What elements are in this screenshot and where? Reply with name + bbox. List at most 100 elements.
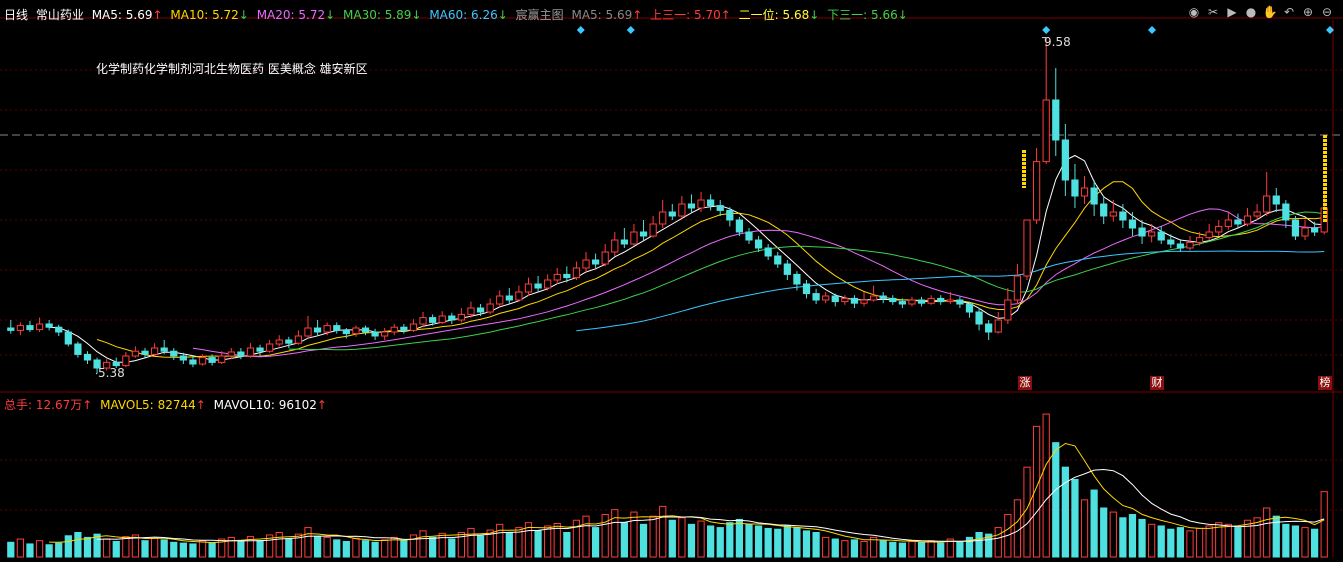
candle-body (1215, 225, 1223, 233)
volume-bar (1080, 499, 1089, 558)
volume-bar (476, 535, 485, 558)
candle-body (1128, 219, 1137, 229)
candlestick-series (7, 37, 1328, 374)
event-marker-list[interactable]: 榜 (1318, 376, 1332, 390)
candle-body (141, 350, 149, 355)
candle-body (764, 247, 772, 257)
candle-body (1148, 231, 1156, 237)
moving-average-lines (49, 154, 1325, 363)
candle-body (1138, 227, 1146, 237)
candle-body (908, 299, 916, 305)
stock-name[interactable]: 常山药业 (36, 8, 84, 22)
undo-icon[interactable]: ↶ (1281, 4, 1297, 20)
volume-bar (1320, 491, 1328, 558)
volume-bar (275, 532, 283, 558)
volume-bar (1013, 499, 1022, 558)
candle-body (582, 259, 590, 269)
event-marker-finance[interactable]: 财 (1150, 376, 1164, 390)
candle-body (429, 317, 437, 323)
indicator-name[interactable]: 宸赢主图 (516, 8, 564, 22)
candle-body (55, 326, 63, 333)
volume-bar (7, 541, 15, 558)
candle-body (870, 295, 878, 301)
volume-bar (850, 539, 859, 558)
candle-body (256, 347, 264, 352)
volume-bar (668, 519, 676, 558)
candle-body (563, 273, 571, 279)
candle-body (304, 327, 312, 337)
volume-bar (639, 523, 648, 558)
volume-bar (697, 520, 705, 558)
event-marker-limit-up[interactable]: 涨 (1018, 376, 1032, 390)
candle-body (35, 323, 44, 331)
volume-bar (1090, 489, 1098, 558)
candle-body (1311, 227, 1319, 233)
play-icon[interactable]: ▶ (1224, 4, 1240, 20)
zoom-out-icon[interactable]: ⊖ (1319, 4, 1335, 20)
ma30-legend: MA30: 5.89↓ (343, 8, 422, 22)
concept-tags: 化学制药化学制剂河北生物医药 医美概念 雄安新区 (96, 62, 368, 76)
volume-bar (285, 538, 293, 558)
hand-icon[interactable]: ✋ (1262, 4, 1278, 20)
volume-bar (1071, 478, 1079, 558)
candle-body (783, 263, 791, 275)
candle-body (668, 211, 676, 217)
candle-body (889, 297, 897, 303)
candle-body (218, 355, 226, 363)
zoom-in-icon[interactable]: ⊕ (1300, 4, 1316, 20)
candle-body (7, 327, 15, 331)
candle-body (659, 211, 667, 225)
volume-bar (1263, 507, 1271, 558)
candle-body (879, 295, 887, 299)
candle-body (1167, 239, 1175, 245)
eye-icon[interactable]: ◉ (1186, 4, 1202, 20)
candle-body (64, 331, 72, 345)
volume-bar (611, 509, 619, 558)
candle-body (189, 359, 197, 365)
volume-bar (74, 532, 82, 558)
candle-body (74, 343, 82, 355)
candle-body (1253, 211, 1261, 217)
volume-bar (333, 539, 341, 558)
volume-bar (361, 540, 370, 558)
volume-bar (1042, 413, 1050, 558)
candle-body (313, 327, 322, 333)
candle-body (505, 295, 513, 301)
volume-bar (812, 532, 820, 558)
volume-bar (1148, 523, 1156, 558)
candle-body (150, 347, 159, 355)
diamond-marker (576, 26, 585, 34)
chart-canvas[interactable] (0, 0, 1343, 559)
candle-body (1090, 187, 1098, 205)
candle-body (620, 239, 628, 245)
candle-body (956, 299, 964, 305)
volume-bar (860, 540, 868, 558)
indicator-ma5-legend: MA5: 5.69↑ (571, 8, 643, 22)
candle-body (131, 350, 140, 357)
volume-bars (7, 413, 1328, 558)
scissors-icon[interactable]: ✂ (1205, 4, 1221, 20)
candle-body (438, 315, 446, 323)
volume-bar (1311, 528, 1319, 558)
candle-body (1109, 211, 1117, 217)
candle-body (544, 279, 552, 289)
candle-body (726, 209, 734, 221)
volume-bar (189, 543, 197, 558)
volume-bar (707, 525, 715, 558)
volume-bar (170, 541, 178, 558)
candle-body (917, 299, 926, 304)
volume-bar (179, 542, 187, 558)
candle-body (1243, 215, 1252, 225)
record-icon[interactable]: ● (1243, 4, 1259, 20)
candle-body (285, 339, 293, 344)
candle-body (975, 311, 983, 325)
candle-body (515, 291, 523, 301)
volume-bar (889, 541, 897, 558)
candle-body (649, 223, 657, 237)
ma20-line (192, 208, 1325, 358)
period-label[interactable]: 日线 (4, 8, 28, 22)
volume-bar (898, 542, 906, 558)
candle-body (745, 231, 753, 241)
candle-body (994, 319, 1002, 333)
candle-body (1061, 139, 1069, 181)
